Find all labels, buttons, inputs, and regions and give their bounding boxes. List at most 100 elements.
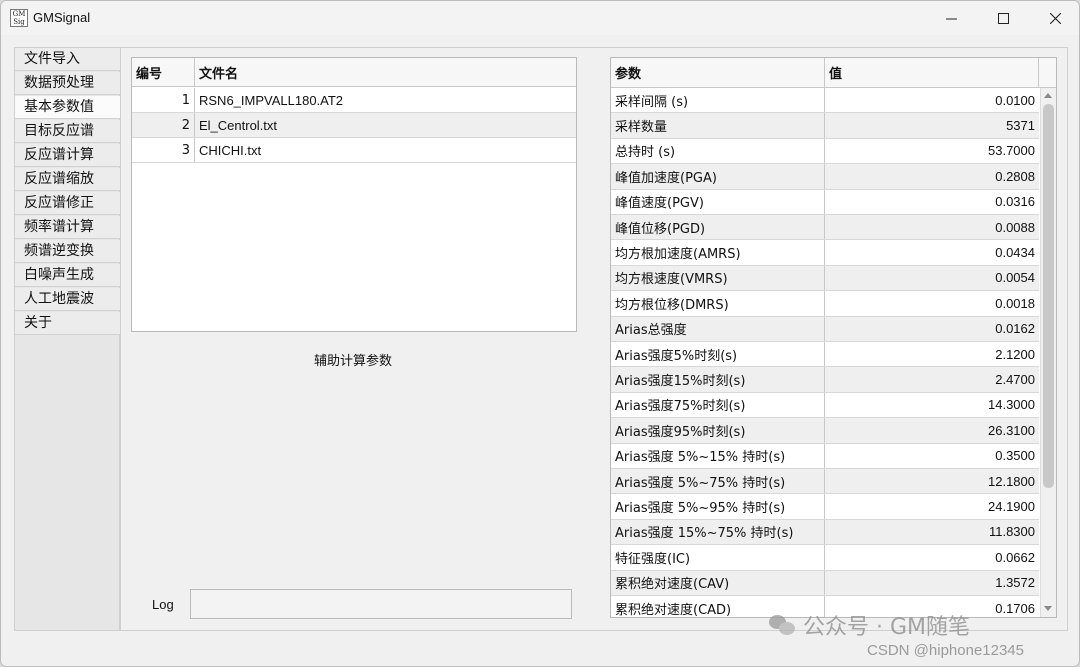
sidebar-item-1[interactable]: 文件导入 bbox=[15, 48, 120, 71]
param-table-row[interactable]: Arias强度5%时刻(s) 2.1200 bbox=[611, 342, 1039, 368]
param-table-header-value[interactable]: 值 bbox=[825, 58, 1039, 87]
param-table-row[interactable]: 特征强度(IC) 0.0662 bbox=[611, 545, 1039, 571]
sidebar-item-3[interactable]: 基本参数值 bbox=[15, 96, 120, 119]
sidebar-item-4[interactable]: 目标反应谱 bbox=[15, 120, 120, 143]
param-table-row[interactable]: Arias强度95%时刻(s) 26.3100 bbox=[611, 418, 1039, 444]
file-name-cell: El_Centrol.txt bbox=[199, 117, 278, 133]
window-title: GMSignal bbox=[33, 10, 91, 25]
param-name-cell: Arias强度5%时刻(s) bbox=[611, 342, 825, 367]
param-table-row[interactable]: Arias强度 5%~95% 持时(s) 24.1900 bbox=[611, 494, 1039, 520]
param-name-cell: Arias强度 15%~75% 持时(s) bbox=[611, 519, 825, 545]
param-value-cell: 2.4700 bbox=[995, 372, 1035, 388]
sidebar-item-5[interactable]: 反应谱计算 bbox=[15, 144, 120, 167]
csdn-watermark: CSDN @hiphone12345 bbox=[867, 642, 1024, 659]
param-value-cell: 5371 bbox=[1006, 118, 1035, 134]
param-value-cell: 0.0316 bbox=[995, 194, 1035, 210]
file-table-header-index[interactable]: 编号 bbox=[132, 58, 195, 86]
scrollbar-thumb[interactable] bbox=[1043, 104, 1054, 488]
param-table-row[interactable]: 峰值速度(PGV) 0.0316 bbox=[611, 189, 1039, 215]
minimize-icon bbox=[945, 18, 957, 19]
param-value-cell: 12.1800 bbox=[988, 473, 1035, 489]
close-icon bbox=[1049, 12, 1061, 24]
param-table-row[interactable]: 均方根加速度(AMRS) 0.0434 bbox=[611, 240, 1039, 266]
param-name-cell: 峰值加速度(PGA) bbox=[611, 164, 825, 189]
param-value-cell: 0.0434 bbox=[995, 245, 1035, 261]
param-table-row[interactable]: Arias强度75%时刻(s) 14.3000 bbox=[611, 392, 1039, 419]
param-name-cell: Arias强度95%时刻(s) bbox=[611, 418, 825, 443]
param-table: 参数 值 采样间隔 (s) 0.0100 采样数量 5371 总持时 (s) 53.700… bbox=[610, 57, 1057, 618]
param-table-row[interactable]: 均方根位移(DMRS) 0.0018 bbox=[611, 291, 1039, 317]
sidebar-item-12[interactable]: 关于 bbox=[15, 312, 120, 335]
title-bar: GM Sig GMSignal bbox=[1, 1, 1079, 35]
file-name-cell: RSN6_IMPVALL180.AT2 bbox=[199, 92, 344, 108]
maximize-icon bbox=[997, 12, 1009, 24]
param-table-row[interactable]: Arias强度 15%~75% 持时(s) 11.8300 bbox=[611, 519, 1039, 546]
param-name-cell: Arias强度 5%~95% 持时(s) bbox=[611, 494, 825, 519]
param-name-cell: 总持时 (s) bbox=[611, 138, 825, 164]
sidebar-nav: 文件导入 数据预处理 基本参数值 目标反应谱 反应谱计算 反应谱缩放 反应谱修正 频率谱计算频… bbox=[14, 47, 120, 631]
param-table-row[interactable]: 峰值位移(PGD) 0.0088 bbox=[611, 215, 1039, 241]
param-value-cell: 53.7000 bbox=[988, 143, 1035, 159]
param-value-cell: 0.0662 bbox=[995, 549, 1035, 565]
param-name-cell: Arias强度75%时刻(s) bbox=[611, 392, 825, 418]
param-value-cell: 14.3000 bbox=[988, 397, 1035, 413]
param-name-cell: 采样数量 bbox=[611, 113, 825, 138]
param-table-header: 参数 值 bbox=[611, 58, 1056, 88]
param-name-cell: 峰值速度(PGV) bbox=[611, 189, 825, 214]
param-name-cell: Arias总强度 bbox=[611, 316, 825, 341]
wechat-icon bbox=[769, 613, 797, 637]
file-table-header-filename[interactable]: 文件名 bbox=[195, 58, 576, 86]
close-button[interactable] bbox=[1030, 1, 1079, 35]
param-table-row[interactable]: 总持时 (s) 53.7000 bbox=[611, 138, 1039, 165]
file-table-row[interactable]: 2 El_Centrol.txt bbox=[132, 113, 576, 138]
file-index-cell: 3 bbox=[132, 138, 195, 162]
scroll-down-arrow-icon[interactable] bbox=[1044, 606, 1052, 611]
scroll-up-arrow-icon[interactable] bbox=[1044, 93, 1052, 98]
file-name-cell: CHICHI.txt bbox=[199, 142, 262, 158]
param-value-cell: 0.0054 bbox=[995, 270, 1035, 286]
param-name-cell: 均方根速度(VMRS) bbox=[611, 265, 825, 291]
param-value-cell: 0.3500 bbox=[995, 448, 1035, 464]
sidebar-item-8[interactable]: 频率谱计算 bbox=[15, 216, 120, 239]
param-value-cell: 0.0018 bbox=[995, 295, 1035, 311]
param-table-row[interactable]: Arias强度 5%~15% 持时(s) 0.3500 bbox=[611, 443, 1039, 469]
param-table-row[interactable]: Arias强度15%时刻(s) 2.4700 bbox=[611, 367, 1039, 393]
sidebar-item-6[interactable]: 反应谱缩放 bbox=[15, 168, 120, 191]
param-name-cell: Arias强度15%时刻(s) bbox=[611, 367, 825, 392]
sidebar-item-11[interactable]: 人工地震波 bbox=[15, 288, 120, 311]
sidebar-item-9[interactable]: 频谱逆变换 bbox=[15, 240, 120, 263]
sidebar-item-7[interactable]: 反应谱修正 bbox=[15, 192, 120, 215]
minimize-button[interactable] bbox=[926, 1, 976, 35]
param-table-scrollbar[interactable] bbox=[1040, 88, 1056, 617]
param-name-cell: 均方根位移(DMRS) bbox=[611, 291, 825, 316]
param-table-header-param[interactable]: 参数 bbox=[611, 58, 825, 87]
log-label: Log bbox=[152, 597, 174, 612]
param-name-cell: 累积绝对速度(CAV) bbox=[611, 570, 825, 595]
param-value-cell: 11.8300 bbox=[988, 524, 1035, 540]
param-table-row[interactable]: 采样数量 5371 bbox=[611, 113, 1039, 139]
param-value-cell: 0.0088 bbox=[995, 219, 1035, 235]
param-value-cell: 0.0100 bbox=[995, 92, 1035, 108]
param-name-cell: Arias强度 5%~15% 持时(s) bbox=[611, 443, 825, 468]
param-table-row[interactable]: 峰值加速度(PGA) 0.2808 bbox=[611, 164, 1039, 190]
file-table-row[interactable]: 3 CHICHI.txt bbox=[132, 138, 576, 163]
param-table-row[interactable]: 累积绝对速度(CAV) 1.3572 bbox=[611, 570, 1039, 596]
watermark: 公众号 · GM随笔 bbox=[769, 609, 970, 641]
file-table-row[interactable]: 1 RSN6_IMPVALL180.AT2 bbox=[132, 88, 576, 113]
sidebar-item-2[interactable]: 数据预处理 bbox=[15, 72, 120, 95]
param-name-cell: 均方根加速度(AMRS) bbox=[611, 240, 825, 265]
param-name-cell: 特征强度(IC) bbox=[611, 545, 825, 570]
param-table-row[interactable]: Arias强度 5%~75% 持时(s) 12.1800 bbox=[611, 469, 1039, 495]
watermark-text: 公众号 · GM随笔 bbox=[803, 615, 971, 640]
sidebar-item-10[interactable]: 白噪声生成 bbox=[15, 264, 120, 287]
log-field[interactable] bbox=[190, 589, 572, 619]
file-table-header: 编号 文件名 bbox=[132, 58, 576, 87]
param-table-row[interactable]: 采样间隔 (s) 0.0100 bbox=[611, 88, 1039, 114]
maximize-button[interactable] bbox=[978, 1, 1028, 35]
param-value-cell: 1.3572 bbox=[995, 575, 1035, 591]
file-index-cell: 2 bbox=[132, 113, 195, 137]
param-table-row[interactable]: 均方根速度(VMRS) 0.0054 bbox=[611, 265, 1039, 292]
param-value-cell: 26.3100 bbox=[988, 422, 1035, 438]
param-name-cell: Arias强度 5%~75% 持时(s) bbox=[611, 469, 825, 494]
param-table-row[interactable]: Arias总强度 0.0162 bbox=[611, 316, 1039, 342]
